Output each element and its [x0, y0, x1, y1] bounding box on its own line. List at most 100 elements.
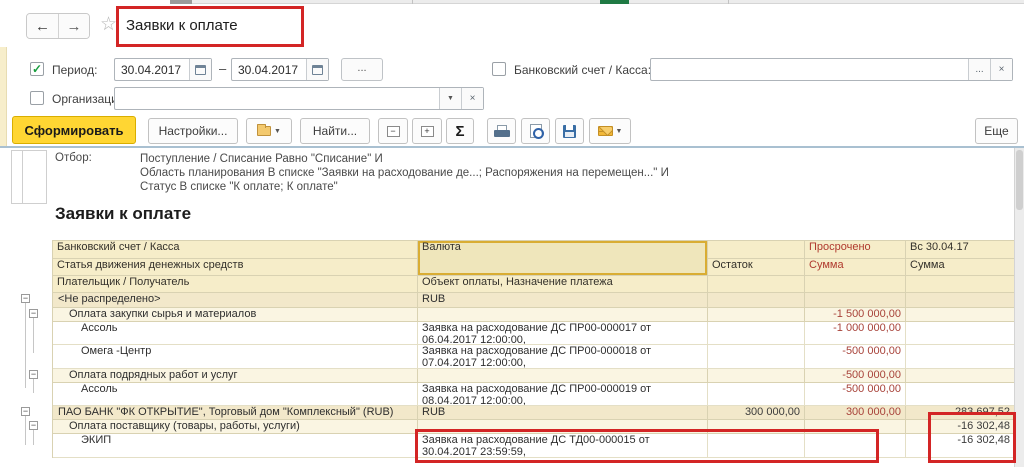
save-button[interactable]	[555, 118, 584, 144]
collapse-expander-icon[interactable]: −	[21, 407, 30, 416]
app-window: ← → ☆ Заявки к оплате ✓ Период: 30.04.20…	[0, 0, 1024, 467]
bank-account-clear-button[interactable]: ×	[990, 59, 1012, 80]
cell-overdue[interactable]	[805, 434, 906, 458]
cell-sum[interactable]	[906, 345, 1015, 369]
cell-name[interactable]: Оплата поставщику (товары, работы, услуг…	[53, 420, 418, 434]
cell-overdue[interactable]: -500 000,00	[805, 383, 906, 406]
header-empty-cell[interactable]	[708, 241, 805, 259]
bank-account-select-button[interactable]: ...	[968, 59, 990, 80]
organization-dropdown-button[interactable]: ▼	[439, 88, 461, 109]
cell-object[interactable]	[418, 420, 708, 434]
calendar-button[interactable]	[306, 59, 328, 80]
cell-name[interactable]: Оплата подрядных работ и услуг	[53, 369, 418, 383]
header-payer[interactable]: Плательщик / Получатель	[53, 276, 418, 293]
cell-balance[interactable]	[708, 293, 805, 308]
header-overdue[interactable]: Просрочено	[805, 241, 906, 259]
header-empty-cell[interactable]	[805, 276, 906, 293]
cell-object[interactable]: Заявка на расходование ДС ПР00-000017 от…	[418, 322, 708, 345]
cell-sum[interactable]	[906, 308, 1015, 322]
cell-overdue[interactable]	[805, 420, 906, 434]
cell-overdue[interactable]: -500 000,00	[805, 369, 906, 383]
settings-button[interactable]: Настройки...	[148, 118, 238, 144]
cell-balance[interactable]	[708, 322, 805, 345]
scrollbar-thumb[interactable]	[1016, 150, 1023, 210]
collapse-expander-icon[interactable]: −	[29, 421, 38, 430]
cell-sum[interactable]: 283 697,52	[906, 406, 1015, 420]
cell-object[interactable]: Заявка на расходование ДС ПР00-000019 от…	[418, 383, 708, 406]
cell-sum[interactable]: -16 302,48	[906, 434, 1015, 458]
header-bank-account[interactable]: Банковский счет / Касса	[53, 241, 418, 259]
cell-overdue[interactable]: 300 000,00	[805, 406, 906, 420]
cell-object[interactable]: Заявка на расходование ДС ПР00-000018 от…	[418, 345, 708, 369]
header-cashflow-item[interactable]: Статья движения денежных средств	[53, 259, 418, 276]
period-to-value[interactable]: 30.04.2017	[232, 63, 306, 77]
back-button[interactable]: ←	[27, 14, 58, 38]
cell-overdue[interactable]: -500 000,00	[805, 345, 906, 369]
organization-input[interactable]: ▼ ×	[114, 87, 484, 110]
cell-balance[interactable]	[708, 308, 805, 322]
cell-balance[interactable]	[708, 345, 805, 369]
calendar-button[interactable]	[189, 59, 211, 80]
header-date-column[interactable]: Вс 30.04.17	[906, 241, 1015, 259]
cell-object[interactable]: RUB	[418, 293, 708, 308]
cell-name[interactable]: Оплата закупки сырья и материалов	[53, 308, 418, 322]
generate-button[interactable]: Сформировать	[12, 116, 136, 144]
email-button[interactable]: ▼	[589, 118, 631, 144]
cell-sum[interactable]	[906, 383, 1015, 406]
collapse-expander-icon[interactable]: −	[29, 370, 38, 379]
report-variants-button[interactable]: ▼	[246, 118, 292, 144]
cell-name[interactable]: Омега -Центр	[53, 345, 418, 369]
cell-overdue[interactable]: -1 000 000,00	[805, 322, 906, 345]
cell-name[interactable]: ЭКИП	[53, 434, 418, 458]
collapse-expander-icon[interactable]: −	[21, 294, 30, 303]
cell-balance[interactable]	[708, 420, 805, 434]
expand-groups-button[interactable]: +	[412, 118, 442, 144]
bank-account-checkbox[interactable]	[492, 62, 506, 76]
vertical-scrollbar[interactable]	[1014, 148, 1024, 467]
period-to-input[interactable]: 30.04.2017	[231, 58, 329, 81]
cell-name[interactable]: <Не распределено>	[53, 293, 418, 308]
cell-sum[interactable]	[906, 322, 1015, 345]
period-from-input[interactable]: 30.04.2017	[114, 58, 212, 81]
collapse-groups-button[interactable]: −	[378, 118, 408, 144]
cell-balance[interactable]: 300 000,00	[708, 406, 805, 420]
cell-balance[interactable]	[708, 383, 805, 406]
cell-overdue[interactable]: -1 500 000,00	[805, 308, 906, 322]
period-checkbox[interactable]: ✓	[30, 62, 44, 76]
cell-name[interactable]: ПАО БАНК "ФК ОТКРЫТИЕ", Торговый дом "Ко…	[53, 406, 418, 420]
forward-button[interactable]: →	[58, 14, 89, 38]
header-sum-date[interactable]: Сумма	[906, 259, 1015, 276]
cell-overdue[interactable]	[805, 293, 906, 308]
cell-object[interactable]: Заявка на расходование ДС ТД00-000015 от…	[418, 434, 708, 458]
organization-checkbox[interactable]	[30, 91, 44, 105]
period-from-value[interactable]: 30.04.2017	[115, 63, 189, 77]
cell-object[interactable]	[418, 308, 708, 322]
group-level-bracket[interactable]	[11, 150, 47, 204]
collapse-expander-icon[interactable]: −	[29, 309, 38, 318]
cell-sum[interactable]	[906, 369, 1015, 383]
header-payment-object[interactable]: Объект оплаты, Назначение платежа	[418, 276, 708, 293]
header-balance[interactable]: Остаток	[708, 259, 805, 276]
find-button[interactable]: Найти...	[300, 118, 370, 144]
bank-account-input[interactable]: ... ×	[650, 58, 1013, 81]
header-empty-cell[interactable]	[906, 276, 1015, 293]
print-button[interactable]	[487, 118, 516, 144]
cell-name[interactable]: Ассоль	[53, 383, 418, 406]
cell-name[interactable]: Ассоль	[53, 322, 418, 345]
favorite-star-icon[interactable]: ☆	[100, 15, 117, 35]
preview-button[interactable]	[521, 118, 550, 144]
save-icon	[563, 125, 576, 138]
period-options-button[interactable]: ...	[341, 58, 383, 81]
header-sum-overdue[interactable]: Сумма	[805, 259, 906, 276]
more-button[interactable]: Еще	[975, 118, 1018, 144]
cell-balance[interactable]	[708, 369, 805, 383]
header-empty-cell[interactable]	[708, 276, 805, 293]
cell-object[interactable]	[418, 369, 708, 383]
header-currency-selected-cell[interactable]: Валюта	[418, 241, 708, 276]
cell-balance[interactable]	[708, 434, 805, 458]
cell-sum[interactable]: -16 302,48	[906, 420, 1015, 434]
sum-button[interactable]: Σ	[446, 118, 474, 144]
cell-sum[interactable]	[906, 293, 1015, 308]
cell-object[interactable]: RUB	[418, 406, 708, 420]
organization-clear-button[interactable]: ×	[461, 88, 483, 109]
